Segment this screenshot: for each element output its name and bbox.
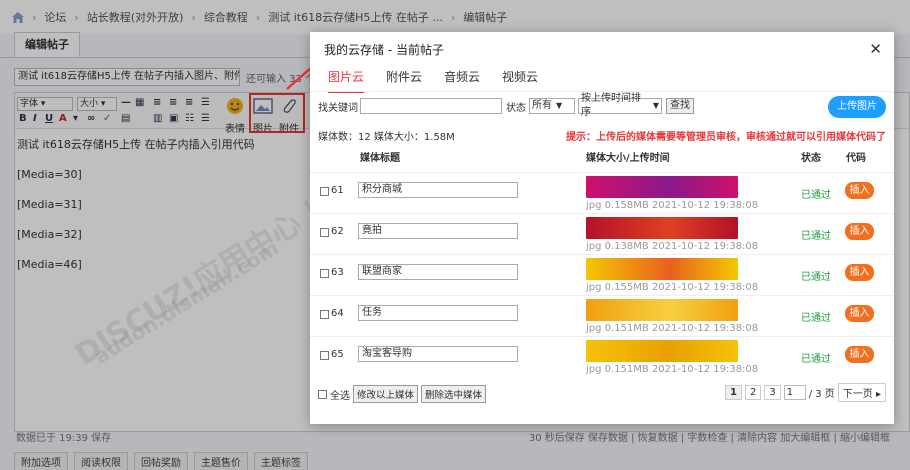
dialog-title: 我的云存储 - 当前帖子 — [324, 43, 444, 57]
status-filter-value: 所有 — [532, 100, 552, 111]
media-thumbnail[interactable] — [586, 258, 738, 280]
sort-value: 按上传时间排序 — [581, 93, 641, 118]
tab-attachment-cloud[interactable]: 附件云 — [386, 68, 422, 93]
table-row: 63 联盟商家 jpg 0.155MB 2021-10-12 19:38:08 … — [310, 254, 894, 295]
media-meta: jpg 0.138MB 2021-10-12 19:38:08 — [586, 241, 759, 252]
tab-image-cloud[interactable]: 图片云 — [328, 68, 365, 93]
media-meta: jpg 0.158MB 2021-10-12 19:38:08 — [586, 200, 759, 211]
table-header: 媒体标题 媒体大小/上传时间 状态 代码 — [310, 148, 894, 170]
media-thumbnail[interactable] — [586, 299, 738, 321]
delete-media-button[interactable]: 删除选中媒体 — [421, 385, 487, 403]
sort-select[interactable]: 按上传时间排序 ▼ — [578, 93, 662, 118]
column-header-title: 媒体标题 — [360, 153, 400, 164]
insert-button[interactable]: 插入 — [845, 305, 874, 322]
media-title-input[interactable]: 淘宝客导购 — [358, 346, 518, 362]
media-id: 63 — [331, 267, 344, 278]
row-checkbox[interactable] — [320, 310, 329, 319]
status-badge: 已通过 — [801, 190, 831, 201]
media-meta: jpg 0.155MB 2021-10-12 19:38:08 — [586, 282, 759, 293]
modify-media-button[interactable]: 修改以上媒体 — [353, 385, 419, 403]
status-filter-label: 状态 — [506, 102, 526, 114]
media-table: 61 积分商城 jpg 0.158MB 2021-10-12 19:38:08 … — [310, 172, 894, 377]
next-page-button[interactable]: 下一页 ▸ — [837, 383, 886, 402]
page-1[interactable]: 1 — [724, 385, 742, 400]
row-checkbox[interactable] — [320, 228, 329, 237]
insert-button[interactable]: 插入 — [845, 346, 874, 363]
table-row: 65 淘宝客导购 jpg 0.151MB 2021-10-12 19:38:08… — [310, 336, 894, 377]
search-button[interactable]: 查找 — [666, 98, 694, 114]
select-all-checkbox[interactable] — [318, 389, 327, 399]
chevron-down-icon: ▼ — [652, 101, 659, 110]
media-title-input[interactable]: 竟拍 — [358, 223, 518, 239]
status-badge: 已通过 — [801, 272, 831, 283]
column-header-size: 媒体大小/上传时间 — [586, 153, 670, 164]
row-checkbox[interactable] — [320, 351, 329, 360]
row-checkbox[interactable] — [320, 187, 329, 196]
insert-button[interactable]: 插入 — [845, 264, 874, 281]
status-badge: 已通过 — [801, 231, 831, 242]
media-title-input[interactable]: 联盟商家 — [358, 264, 518, 280]
page-jump-input[interactable]: 1 — [783, 385, 806, 400]
cloud-storage-dialog: 我的云存储 - 当前帖子 ✕ 图片云 附件云 音频云 视频云 找关键词 状态 所… — [310, 32, 894, 424]
media-thumbnail[interactable] — [586, 176, 738, 198]
select-all-label[interactable]: 全选 — [330, 387, 350, 402]
status-filter-select[interactable]: 所有 ▼ — [529, 98, 575, 114]
media-id: 65 — [331, 349, 344, 360]
chevron-down-icon: ▼ — [556, 101, 563, 110]
status-badge: 已通过 — [801, 313, 831, 324]
upload-image-button[interactable]: 上传图片 — [828, 96, 886, 118]
row-checkbox[interactable] — [320, 269, 329, 278]
keyword-input[interactable] — [360, 98, 502, 114]
table-row: 64 任务 jpg 0.151MB 2021-10-12 19:38:08 已通… — [310, 295, 894, 336]
filter-bar: 找关键词 状态 所有 ▼ 按上传时间排序 ▼ 查找 — [318, 93, 694, 118]
insert-button[interactable]: 插入 — [845, 182, 874, 199]
media-title-input[interactable]: 积分商城 — [358, 182, 518, 198]
media-id: 61 — [331, 185, 344, 196]
media-count: 媒体数：12 媒体大小：1.58M — [318, 132, 455, 143]
table-row: 61 积分商城 jpg 0.158MB 2021-10-12 19:38:08 … — [310, 172, 894, 213]
tab-audio-cloud[interactable]: 音频云 — [444, 68, 480, 93]
media-meta: jpg 0.151MB 2021-10-12 19:38:08 — [586, 364, 759, 375]
media-id: 64 — [331, 308, 344, 319]
status-badge: 已通过 — [801, 354, 831, 365]
media-thumbnail[interactable] — [586, 340, 738, 362]
table-row: 62 竟拍 jpg 0.138MB 2021-10-12 19:38:08 已通… — [310, 213, 894, 254]
insert-button[interactable]: 插入 — [845, 223, 874, 240]
media-title-input[interactable]: 任务 — [358, 305, 518, 321]
dialog-tabs: 图片云 附件云 音频云 视频云 — [328, 68, 560, 93]
close-icon[interactable]: ✕ — [869, 40, 882, 58]
tab-video-cloud[interactable]: 视频云 — [502, 68, 538, 93]
page-total: / 3 页 — [808, 389, 835, 400]
pagination: 1 2 3 1 / 3 页 下一页 ▸ — [724, 383, 886, 402]
column-header-status: 状态 — [801, 153, 821, 164]
media-meta: jpg 0.151MB 2021-10-12 19:38:08 — [586, 323, 759, 334]
media-thumbnail[interactable] — [586, 217, 738, 239]
page-2[interactable]: 2 — [744, 385, 762, 400]
media-id: 62 — [331, 226, 344, 237]
keyword-label: 找关键词 — [318, 102, 358, 114]
column-header-code: 代码 — [846, 153, 866, 164]
review-tip: 提示：上传后的媒体需要等管理员审核，审核通过就可以引用媒体代码了 — [566, 132, 886, 143]
page-3[interactable]: 3 — [764, 385, 781, 400]
